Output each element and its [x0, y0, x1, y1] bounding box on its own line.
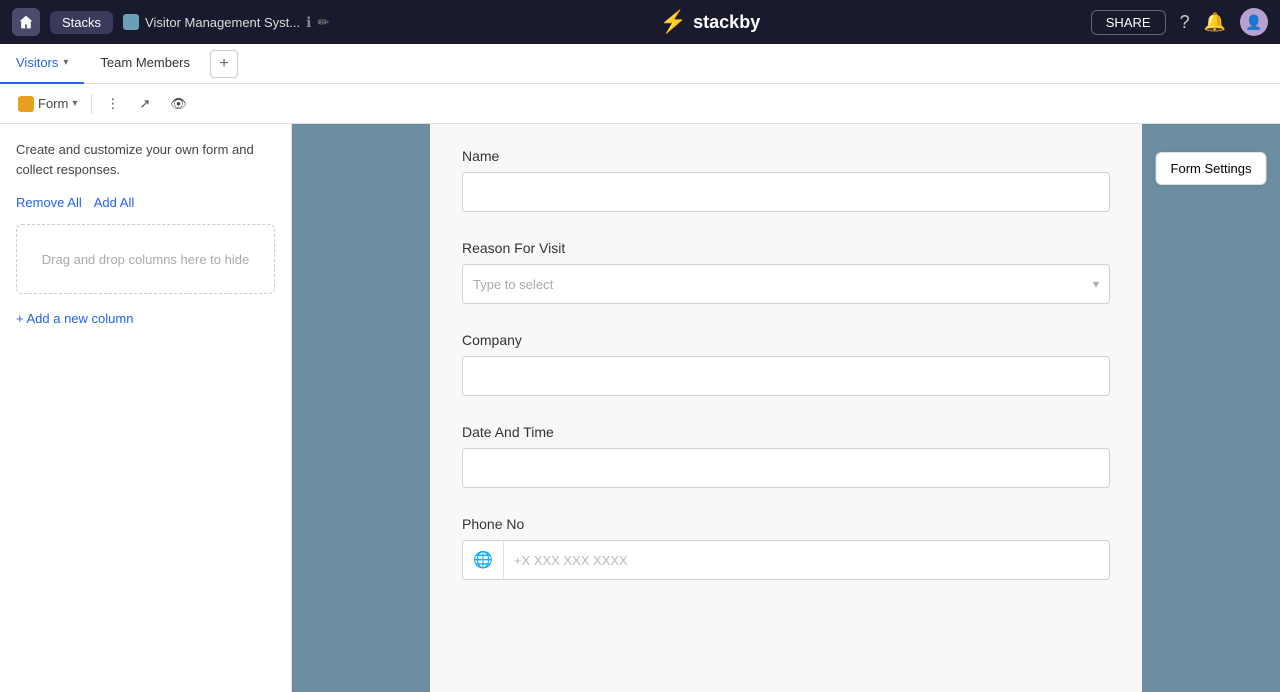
- tab-team-members-label: Team Members: [100, 55, 190, 70]
- home-button[interactable]: [12, 8, 40, 36]
- field-input-name[interactable]: [462, 172, 1110, 212]
- form-field-reason: Reason For Visit Type to select ▾: [462, 240, 1110, 304]
- more-icon: ⋮: [106, 96, 119, 112]
- logo-area: ⚡ stackby: [339, 9, 1081, 35]
- logo-icon: ⚡: [660, 9, 687, 35]
- form-sidebar-left: [292, 124, 430, 692]
- project-icon: [123, 14, 139, 30]
- form-icon: [18, 96, 34, 112]
- add-all-link[interactable]: Add All: [94, 195, 134, 210]
- remove-all-link[interactable]: Remove All: [16, 195, 82, 210]
- edit-icon[interactable]: ✏: [317, 14, 329, 31]
- tab-visitors-arrow: ▾: [63, 57, 68, 68]
- toolbar-divider-1: [91, 94, 92, 114]
- form-arrow: ▾: [72, 98, 77, 109]
- logo-text: stackby: [693, 12, 760, 33]
- main-content: Create and customize your own form and c…: [0, 124, 1280, 692]
- sidebar-actions: Remove All Add All: [16, 195, 275, 210]
- column-drop-zone[interactable]: Drag and drop columns here to hide: [16, 224, 275, 294]
- tab-visitors-label: Visitors: [16, 55, 58, 70]
- phone-placeholder: +X XXX XXX XXXX: [504, 553, 638, 568]
- field-input-company[interactable]: [462, 356, 1110, 396]
- add-column-link[interactable]: + Add a new column: [16, 311, 133, 326]
- add-tab-button[interactable]: +: [210, 50, 238, 78]
- field-select-reason[interactable]: Type to select ▾: [462, 264, 1110, 304]
- sidebar: Create and customize your own form and c…: [0, 124, 292, 692]
- field-label-reason: Reason For Visit: [462, 240, 1110, 256]
- phone-flag[interactable]: 🌐: [463, 541, 504, 579]
- project-title: Visitor Management Syst...: [145, 15, 300, 30]
- form-settings-button[interactable]: Form Settings: [1156, 152, 1267, 185]
- form-view-button[interactable]: Form ▾: [12, 92, 83, 116]
- form-label: Form: [38, 96, 68, 111]
- field-label-name: Name: [462, 148, 1110, 164]
- form-sidebar-right: Form Settings: [1142, 124, 1280, 692]
- field-label-phone: Phone No: [462, 516, 1110, 532]
- field-input-datetime[interactable]: [462, 448, 1110, 488]
- preview-button[interactable]: 👁: [164, 92, 193, 116]
- help-icon[interactable]: ?: [1180, 12, 1190, 33]
- form-field-datetime: Date And Time: [462, 424, 1110, 488]
- toolbar: Form ▾ ⋮ ↗ 👁: [0, 84, 1280, 124]
- eye-icon: 👁: [170, 96, 187, 112]
- share-button[interactable]: SHARE: [1091, 10, 1166, 35]
- form-center: Name Reason For Visit Type to select ▾ C…: [430, 124, 1142, 692]
- share-view-icon: ↗: [139, 96, 150, 112]
- tab-bar: Visitors ▾ Team Members +: [0, 44, 1280, 84]
- field-label-datetime: Date And Time: [462, 424, 1110, 440]
- form-field-phone: Phone No 🌐 +X XXX XXX XXXX: [462, 516, 1110, 580]
- logo: ⚡ stackby: [660, 9, 760, 35]
- sidebar-description: Create and customize your own form and c…: [16, 140, 275, 179]
- field-phone-input[interactable]: 🌐 +X XXX XXX XXXX: [462, 540, 1110, 580]
- share-view-button[interactable]: ↗: [133, 92, 156, 116]
- more-options-button[interactable]: ⋮: [100, 92, 125, 116]
- form-field-name: Name: [462, 148, 1110, 212]
- field-label-company: Company: [462, 332, 1110, 348]
- project-name: Visitor Management Syst... ℹ ✏: [123, 14, 329, 31]
- select-arrow-icon: ▾: [1093, 277, 1099, 291]
- tab-visitors[interactable]: Visitors ▾: [0, 44, 84, 84]
- globe-icon: 🌐: [473, 550, 493, 570]
- notifications-icon[interactable]: 🔔: [1204, 12, 1226, 33]
- user-avatar[interactable]: 👤: [1240, 8, 1268, 36]
- stacks-button[interactable]: Stacks: [50, 11, 113, 34]
- info-icon[interactable]: ℹ: [306, 14, 311, 31]
- form-area: Name Reason For Visit Type to select ▾ C…: [292, 124, 1280, 692]
- top-nav: Stacks Visitor Management Syst... ℹ ✏ ⚡ …: [0, 0, 1280, 44]
- form-field-company: Company: [462, 332, 1110, 396]
- top-nav-right: SHARE ? 🔔 👤: [1091, 8, 1268, 36]
- tab-team-members[interactable]: Team Members: [84, 44, 206, 84]
- drop-zone-text: Drag and drop columns here to hide: [42, 252, 249, 267]
- select-placeholder: Type to select: [473, 277, 553, 292]
